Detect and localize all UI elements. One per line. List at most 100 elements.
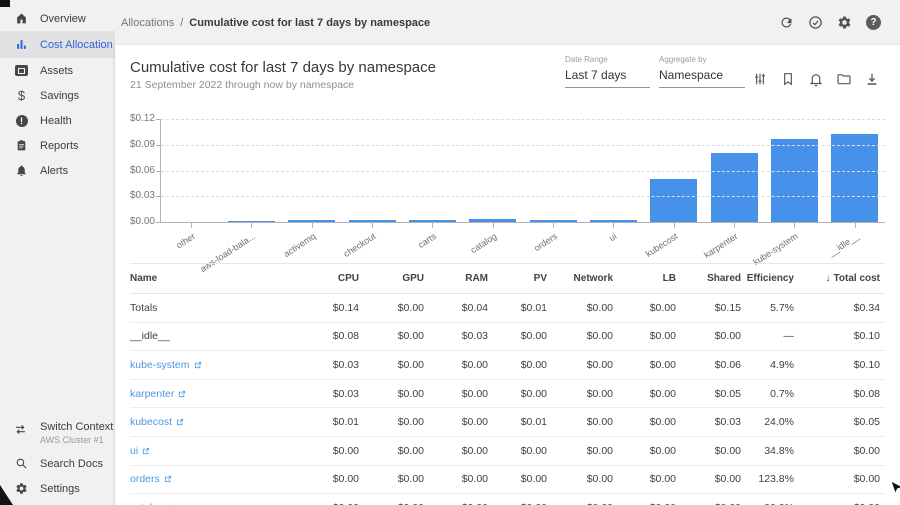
namespace-link-label: orders bbox=[130, 473, 160, 485]
table-cell: $0.00 bbox=[364, 388, 429, 400]
column-header-shared[interactable]: Shared bbox=[681, 273, 746, 284]
table-row: Totals $0.14$0.00$0.04$0.01$0.00$0.00$0.… bbox=[130, 294, 885, 323]
date-range-select[interactable]: Date Range Last 7 days bbox=[565, 55, 650, 88]
column-header-pv[interactable]: PV bbox=[493, 273, 552, 284]
table-row: kube-system $0.03$0.00$0.00$0.00$0.00$0.… bbox=[130, 351, 885, 380]
folder-icon[interactable] bbox=[836, 71, 852, 87]
breadcrumb-parent[interactable]: Allocations bbox=[121, 17, 174, 29]
row-name-cell: orders bbox=[130, 473, 298, 485]
row-name-cell: kube-system bbox=[130, 359, 298, 371]
table-cell: $0.03 bbox=[681, 416, 746, 428]
sidebar-item-savings[interactable]: $ Savings bbox=[0, 83, 115, 108]
refresh-icon[interactable] bbox=[779, 15, 794, 30]
sort-desc-icon: ↓ bbox=[826, 273, 831, 284]
table-cell: $0.00 bbox=[298, 473, 364, 485]
table-row: ui $0.00$0.00$0.00$0.00$0.00$0.00$0.0034… bbox=[130, 437, 885, 466]
sidebar-item-label: Alerts bbox=[40, 165, 68, 177]
sidebar-item-assets[interactable]: Assets bbox=[0, 58, 115, 83]
external-link-icon bbox=[142, 447, 150, 455]
bar-checkout[interactable] bbox=[349, 220, 396, 222]
bar-__idle__[interactable] bbox=[831, 134, 878, 222]
namespace-link[interactable]: ui bbox=[130, 445, 150, 457]
namespace-link[interactable]: orders bbox=[130, 473, 172, 485]
y-axis-label: $0.03 bbox=[122, 190, 155, 201]
sidebar: Overview Cost Allocation Assets $ Saving… bbox=[0, 0, 115, 505]
table-row: __idle__ $0.08$0.00$0.03$0.00$0.00$0.00$… bbox=[130, 323, 885, 352]
external-link-icon bbox=[178, 390, 186, 398]
search-docs-label: Search Docs bbox=[40, 458, 103, 470]
bar-activemq[interactable] bbox=[288, 220, 335, 222]
x-axis-label: kubecost bbox=[644, 231, 680, 259]
column-header-cpu[interactable]: CPU bbox=[298, 273, 364, 284]
bar-ui[interactable] bbox=[590, 220, 637, 222]
sidebar-item-reports[interactable]: Reports bbox=[0, 133, 115, 158]
table-cell: $0.00 bbox=[681, 445, 746, 457]
sidebar-item-health[interactable]: ! Health bbox=[0, 108, 115, 133]
date-range-label: Date Range bbox=[565, 55, 650, 64]
check-circle-icon[interactable] bbox=[808, 15, 823, 30]
column-header-ram[interactable]: RAM bbox=[429, 273, 493, 284]
health-icon: ! bbox=[15, 114, 28, 127]
sidebar-item-label: Assets bbox=[40, 65, 73, 77]
column-header-name[interactable]: Name bbox=[130, 273, 298, 284]
sidebar-item-label: Health bbox=[40, 115, 72, 127]
x-axis-label: other bbox=[174, 231, 197, 251]
topbar: Allocations / Cumulative cost for last 7… bbox=[115, 0, 900, 45]
bookmark-icon[interactable] bbox=[780, 71, 796, 87]
swap-arrows-icon bbox=[13, 422, 28, 437]
aggregate-by-select[interactable]: Aggregate by Namespace bbox=[659, 55, 745, 88]
column-header-total-cost[interactable]: ↓ Total cost bbox=[799, 273, 885, 284]
y-axis-tick bbox=[156, 145, 161, 146]
table-cell: $0.05 bbox=[799, 416, 885, 428]
table-row: karpenter $0.03$0.00$0.00$0.00$0.00$0.00… bbox=[130, 380, 885, 409]
sidebar-item-cost-allocation[interactable]: Cost Allocation bbox=[0, 31, 115, 58]
column-header-gpu[interactable]: GPU bbox=[364, 273, 429, 284]
bar-karpenter[interactable] bbox=[711, 153, 758, 222]
table-cell: $0.00 bbox=[364, 359, 429, 371]
tune-icon[interactable] bbox=[752, 71, 768, 87]
table-cell: $0.00 bbox=[618, 330, 681, 342]
y-axis-label: $0.12 bbox=[122, 113, 155, 124]
table-cell: $0.00 bbox=[618, 388, 681, 400]
bar-orders[interactable] bbox=[530, 220, 577, 222]
sidebar-item-overview[interactable]: Overview bbox=[0, 6, 115, 31]
namespace-link[interactable]: kube-system bbox=[130, 359, 202, 371]
table-cell: $0.04 bbox=[429, 302, 493, 314]
gear-icon bbox=[15, 482, 28, 495]
assets-icon bbox=[15, 64, 28, 77]
table-cell: $0.00 bbox=[618, 302, 681, 314]
sidebar-item-alerts[interactable]: Alerts bbox=[0, 158, 115, 183]
y-axis-tick bbox=[156, 119, 161, 120]
namespace-link-label: karpenter bbox=[130, 388, 174, 400]
screen-corner-artifact bbox=[0, 485, 13, 505]
settings-gear-icon[interactable] bbox=[837, 15, 852, 30]
table-cell: $0.00 bbox=[493, 359, 552, 371]
x-axis-label: kube-system bbox=[752, 231, 800, 267]
bar-kubecost[interactable] bbox=[650, 179, 697, 222]
x-axis-label: ui bbox=[608, 231, 619, 243]
download-icon[interactable] bbox=[864, 71, 880, 87]
settings-button[interactable]: Settings bbox=[0, 476, 115, 501]
aggregate-by-label: Aggregate by bbox=[659, 55, 745, 64]
bar-catalog[interactable] bbox=[469, 219, 516, 222]
switch-context-button[interactable]: Switch Context AWS Cluster #1 bbox=[0, 415, 115, 451]
bar-chart-icon bbox=[15, 38, 28, 51]
search-docs-button[interactable]: Search Docs bbox=[0, 451, 115, 476]
column-header-network[interactable]: Network bbox=[552, 273, 618, 284]
table-cell: $0.00 bbox=[552, 302, 618, 314]
namespace-link[interactable]: karpenter bbox=[130, 388, 186, 400]
column-header-efficiency[interactable]: Efficiency bbox=[746, 273, 799, 284]
gridline bbox=[161, 171, 885, 172]
column-header-lb[interactable]: LB bbox=[618, 273, 681, 284]
namespace-link[interactable]: kubecost bbox=[130, 416, 184, 428]
bar-kube-system[interactable] bbox=[771, 139, 818, 222]
notification-bell-icon[interactable] bbox=[808, 71, 824, 87]
home-icon bbox=[15, 12, 28, 25]
bar-aws-load-bala...[interactable] bbox=[228, 221, 275, 222]
table-cell: $0.00 bbox=[493, 473, 552, 485]
help-icon[interactable]: ? bbox=[866, 15, 881, 30]
bar-carts[interactable] bbox=[409, 220, 456, 222]
table-cell: $0.00 bbox=[618, 445, 681, 457]
sidebar-item-label: Reports bbox=[40, 140, 79, 152]
row-name-label: __idle__ bbox=[130, 330, 170, 342]
